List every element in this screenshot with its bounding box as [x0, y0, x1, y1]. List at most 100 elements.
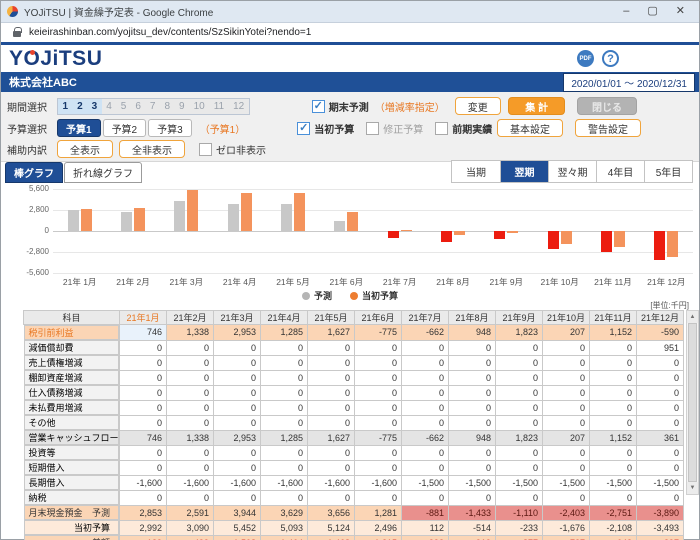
cell-r11-c2[interactable]: -1,600 [167, 475, 214, 490]
alert-settings-button[interactable]: 警告設定 [575, 119, 641, 137]
cell-r1-c5[interactable]: 1,627 [308, 325, 355, 341]
cell-r11-c9[interactable]: -1,500 [496, 475, 543, 490]
cell-r7-c2[interactable]: 0 [167, 415, 214, 430]
chart-type-tabs[interactable]: 棒グラフ折れ線グラフ [5, 162, 143, 183]
close-page-button[interactable]: 閉じる [577, 97, 637, 115]
cell-r3-c8[interactable]: 0 [449, 355, 496, 370]
fiscal-date-range[interactable]: 2020/01/01 ～ 2020/12/31 [563, 73, 695, 92]
cell-r11-c12[interactable]: -1,500 [637, 475, 684, 490]
fiscal-period-tab-5[interactable]: 5年目 [644, 161, 692, 182]
cell-r8-c3[interactable]: 2,953 [214, 430, 261, 445]
prev-year-checkbox[interactable]: 前期実績 [435, 121, 492, 136]
period-number-11[interactable]: 11 [209, 99, 228, 114]
period-number-1[interactable]: 1 [58, 99, 73, 114]
period-number-9[interactable]: 9 [175, 99, 190, 114]
revised-budget-checkbox[interactable]: 修正予算 [366, 121, 423, 136]
initial-budget-checkbox[interactable]: ✓ 当初予算 [297, 121, 354, 136]
cell-r15-c6[interactable]: -1,215 [355, 535, 402, 540]
cell-r6-c2[interactable]: 0 [167, 400, 214, 415]
cell-r1-c10[interactable]: 207 [543, 325, 590, 341]
cell-r13-c1[interactable]: 2,853 [120, 505, 167, 520]
cell-r10-c3[interactable]: 0 [214, 460, 261, 475]
cell-r2-c12[interactable]: 951 [637, 340, 684, 355]
cell-r10-c4[interactable]: 0 [261, 460, 308, 475]
budget-button-group[interactable]: 予算1予算2予算3 [57, 119, 194, 137]
kimatsu-forecast-checkbox[interactable]: ✓ 期末予測 [312, 99, 369, 114]
cell-r9-c2[interactable]: 0 [167, 445, 214, 460]
cell-r6-c7[interactable]: 0 [402, 400, 449, 415]
period-number-3[interactable]: 3 [87, 99, 102, 114]
cell-r2-c3[interactable]: 0 [214, 340, 261, 355]
cell-r1-c9[interactable]: 1,823 [496, 325, 543, 341]
fiscal-period-tab-1[interactable]: 当期 [452, 161, 500, 182]
cell-r14-c1[interactable]: 2,992 [120, 520, 167, 535]
cell-r8-c8[interactable]: 948 [449, 430, 496, 445]
cell-r8-c10[interactable]: 207 [543, 430, 590, 445]
cell-r1-c4[interactable]: 1,285 [261, 325, 308, 341]
cell-r5-c9[interactable]: 0 [496, 385, 543, 400]
scroll-down-icon[interactable]: ▼ [687, 482, 698, 494]
cell-r1-c11[interactable]: 1,152 [590, 325, 637, 341]
cell-r9-c6[interactable]: 0 [355, 445, 402, 460]
cell-r12-c7[interactable]: 0 [402, 490, 449, 505]
cell-r15-c5[interactable]: -1,468 [308, 535, 355, 540]
cell-r6-c11[interactable]: 0 [590, 400, 637, 415]
cell-r11-c7[interactable]: -1,500 [402, 475, 449, 490]
change-button[interactable]: 変更 [455, 97, 501, 115]
cell-r8-c11[interactable]: 1,152 [590, 430, 637, 445]
cell-r15-c3[interactable]: -1,508 [214, 535, 261, 540]
cell-r4-c11[interactable]: 0 [590, 370, 637, 385]
cell-r7-c1[interactable]: 0 [120, 415, 167, 430]
cell-r3-c2[interactable]: 0 [167, 355, 214, 370]
cell-r7-c7[interactable]: 0 [402, 415, 449, 430]
cell-r15-c8[interactable]: -919 [449, 535, 496, 540]
cell-r12-c6[interactable]: 0 [355, 490, 402, 505]
cell-r5-c11[interactable]: 0 [590, 385, 637, 400]
cell-r7-c12[interactable]: 0 [637, 415, 684, 430]
cell-r9-c12[interactable]: 0 [637, 445, 684, 460]
scroll-up-icon[interactable]: ▲ [687, 311, 698, 323]
cell-r3-c5[interactable]: 0 [308, 355, 355, 370]
cell-r4-c10[interactable]: 0 [543, 370, 590, 385]
period-number-selector[interactable]: 123456789101112 [57, 98, 250, 115]
cell-r12-c2[interactable]: 0 [167, 490, 214, 505]
cell-r12-c5[interactable]: 0 [308, 490, 355, 505]
cell-r3-c1[interactable]: 0 [120, 355, 167, 370]
cell-r5-c6[interactable]: 0 [355, 385, 402, 400]
chart-tab-1[interactable]: 棒グラフ [5, 162, 63, 183]
show-all-button[interactable]: 全表示 [57, 140, 113, 158]
cell-r4-c9[interactable]: 0 [496, 370, 543, 385]
cell-r3-c10[interactable]: 0 [543, 355, 590, 370]
cell-r4-c2[interactable]: 0 [167, 370, 214, 385]
period-number-10[interactable]: 10 [189, 99, 209, 114]
cell-r5-c2[interactable]: 0 [167, 385, 214, 400]
pdf-export-icon[interactable]: PDF [577, 50, 594, 67]
cell-r13-c6[interactable]: 1,281 [355, 505, 402, 520]
cell-r5-c3[interactable]: 0 [214, 385, 261, 400]
cell-r8-c9[interactable]: 1,823 [496, 430, 543, 445]
cell-r11-c10[interactable]: -1,500 [543, 475, 590, 490]
cell-r1-c12[interactable]: -590 [637, 325, 684, 341]
maximize-button[interactable]: ▢ [647, 6, 657, 17]
cell-r15-c4[interactable]: -1,464 [261, 535, 308, 540]
cell-r13-c8[interactable]: -1,433 [449, 505, 496, 520]
close-button[interactable]: ✕ [676, 6, 685, 17]
cell-r6-c3[interactable]: 0 [214, 400, 261, 415]
cell-r4-c8[interactable]: 0 [449, 370, 496, 385]
help-icon[interactable]: ? [602, 50, 619, 67]
cell-r3-c3[interactable]: 0 [214, 355, 261, 370]
hide-all-button[interactable]: 全非表示 [119, 140, 185, 158]
fiscal-period-tab-2[interactable]: 翌期 [500, 161, 548, 182]
cell-r6-c1[interactable]: 0 [120, 400, 167, 415]
cell-r10-c2[interactable]: 0 [167, 460, 214, 475]
url-text[interactable]: keieirashinban.com/yojitsu_dev/contents/… [29, 27, 311, 38]
period-number-7[interactable]: 7 [145, 99, 160, 114]
cell-r9-c10[interactable]: 0 [543, 445, 590, 460]
table-scrollbar[interactable]: ▲ ▼ [686, 310, 699, 495]
cell-r15-c1[interactable]: -139 [120, 535, 167, 540]
cell-r10-c9[interactable]: 0 [496, 460, 543, 475]
cell-r9-c7[interactable]: 0 [402, 445, 449, 460]
cell-r1-c6[interactable]: -775 [355, 325, 402, 341]
address-bar[interactable]: keieirashinban.com/yojitsu_dev/contents/… [1, 23, 699, 45]
period-number-5[interactable]: 5 [116, 99, 131, 114]
